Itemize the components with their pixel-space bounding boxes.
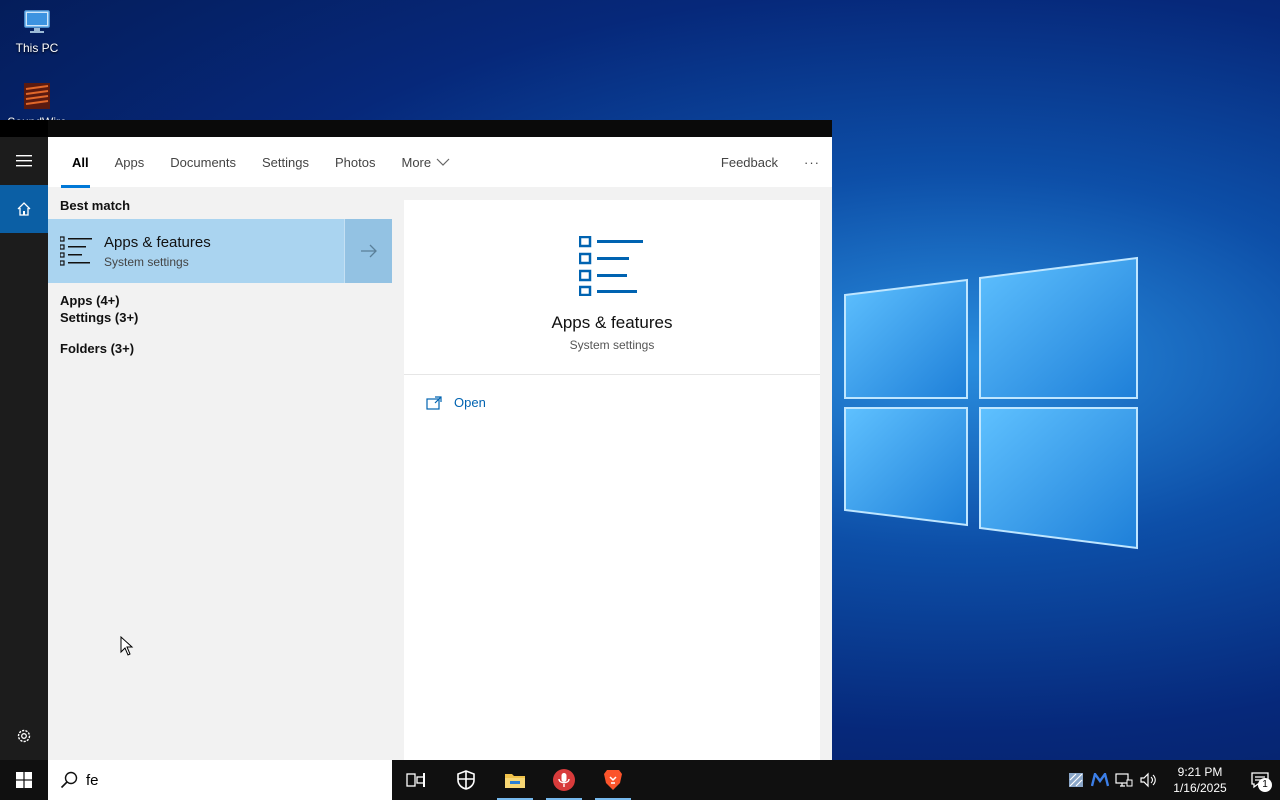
gear-icon xyxy=(17,729,31,743)
preview-header: Apps & features System settings xyxy=(404,200,820,375)
tab-more-label: More xyxy=(401,154,432,170)
tab-more[interactable]: More xyxy=(388,137,463,188)
taskbar-file-explorer-button[interactable] xyxy=(491,760,539,800)
volume-icon xyxy=(1140,772,1156,788)
windows-logo-wallpaper xyxy=(835,250,1145,560)
desktop-icon-label: This PC xyxy=(15,41,59,55)
list-settings-large-icon xyxy=(578,235,643,297)
tray-app-icon[interactable] xyxy=(1064,760,1088,800)
cursor-arrow-icon xyxy=(120,635,134,656)
chevron-down-icon xyxy=(436,158,450,166)
preview-title: Apps & features xyxy=(551,313,673,332)
folder-icon xyxy=(505,774,525,788)
results-list: Best match Apps & features System settin… xyxy=(48,188,392,760)
network-icon xyxy=(1115,773,1133,787)
notification-count-badge: 1 xyxy=(1258,778,1272,792)
search-icon xyxy=(60,771,78,789)
search-tabs: All Apps Documents Settings Photos More … xyxy=(48,137,832,188)
taskbar-search-box[interactable] xyxy=(48,760,392,800)
tabs-right-actions: Feedback ··· xyxy=(721,137,820,188)
tray-network[interactable] xyxy=(1112,760,1136,800)
open-action-label: Open xyxy=(454,395,486,410)
clock-date: 1/16/2025 xyxy=(1173,781,1227,795)
tab-apps[interactable]: Apps xyxy=(102,137,158,188)
group-settings[interactable]: Settings (3+) xyxy=(48,310,392,325)
mouse-cursor xyxy=(120,635,134,661)
best-match-main[interactable]: Apps & features System settings xyxy=(48,219,344,283)
task-view-icon xyxy=(406,773,425,787)
computer-icon xyxy=(21,6,53,38)
best-match-heading: Best match xyxy=(60,198,131,213)
tab-photos[interactable]: Photos xyxy=(322,137,388,188)
system-tray: 9:21 PM 1/16/2025 1 xyxy=(1064,760,1280,800)
hamburger-menu-button[interactable] xyxy=(0,137,48,185)
group-apps[interactable]: Apps (4+) xyxy=(48,293,392,308)
malwarebytes-icon xyxy=(1091,773,1109,787)
open-action[interactable]: Open xyxy=(404,375,820,430)
arrow-right-icon xyxy=(360,244,377,258)
best-match-expand-button[interactable] xyxy=(344,219,392,283)
windows-icon xyxy=(16,772,32,788)
tab-documents[interactable]: Documents xyxy=(157,137,249,188)
brave-lion-icon xyxy=(604,770,622,790)
taskbar-security-button[interactable] xyxy=(442,760,490,800)
start-rail xyxy=(0,137,48,760)
hamburger-icon xyxy=(16,155,32,167)
preview-subtitle: System settings xyxy=(569,338,655,352)
taskbar-brave-button[interactable] xyxy=(589,760,637,800)
best-match-subtitle: System settings xyxy=(104,254,189,269)
home-button[interactable] xyxy=(0,185,48,233)
tab-all[interactable]: All xyxy=(48,137,102,188)
best-match-title: Apps & features xyxy=(104,233,211,251)
soundwire-icon xyxy=(21,80,53,112)
desktop-icon-this-pc[interactable]: This PC xyxy=(6,6,68,55)
search-input[interactable] xyxy=(86,771,366,789)
taskbar-task-view-button[interactable] xyxy=(392,760,440,800)
more-options-button[interactable]: ··· xyxy=(804,155,820,170)
open-external-icon xyxy=(426,395,442,410)
home-icon xyxy=(17,202,31,216)
start-menu-top-strip xyxy=(48,120,832,137)
feedback-button[interactable]: Feedback xyxy=(721,155,778,170)
tab-settings[interactable]: Settings xyxy=(249,137,322,188)
preview-pane: Apps & features System settings Open xyxy=(404,200,820,760)
image-app-icon xyxy=(1069,773,1083,787)
list-settings-icon xyxy=(60,236,92,266)
start-menu: All Apps Documents Settings Photos More … xyxy=(0,120,832,760)
tray-malwarebytes[interactable] xyxy=(1088,760,1112,800)
search-panel: All Apps Documents Settings Photos More … xyxy=(48,137,832,760)
taskbar-soundwire-button[interactable] xyxy=(540,760,588,800)
best-match-item[interactable]: Apps & features System settings xyxy=(48,219,392,283)
settings-button[interactable] xyxy=(0,712,48,760)
start-button[interactable] xyxy=(0,760,48,800)
clock-time: 9:21 PM xyxy=(1177,765,1223,779)
tray-volume[interactable] xyxy=(1136,760,1160,800)
shield-icon xyxy=(457,770,475,790)
microphone-icon xyxy=(553,769,575,791)
action-center-button[interactable]: 1 xyxy=(1240,760,1280,800)
taskbar-clock[interactable]: 9:21 PM 1/16/2025 xyxy=(1160,764,1240,796)
group-folders[interactable]: Folders (3+) xyxy=(48,341,392,356)
